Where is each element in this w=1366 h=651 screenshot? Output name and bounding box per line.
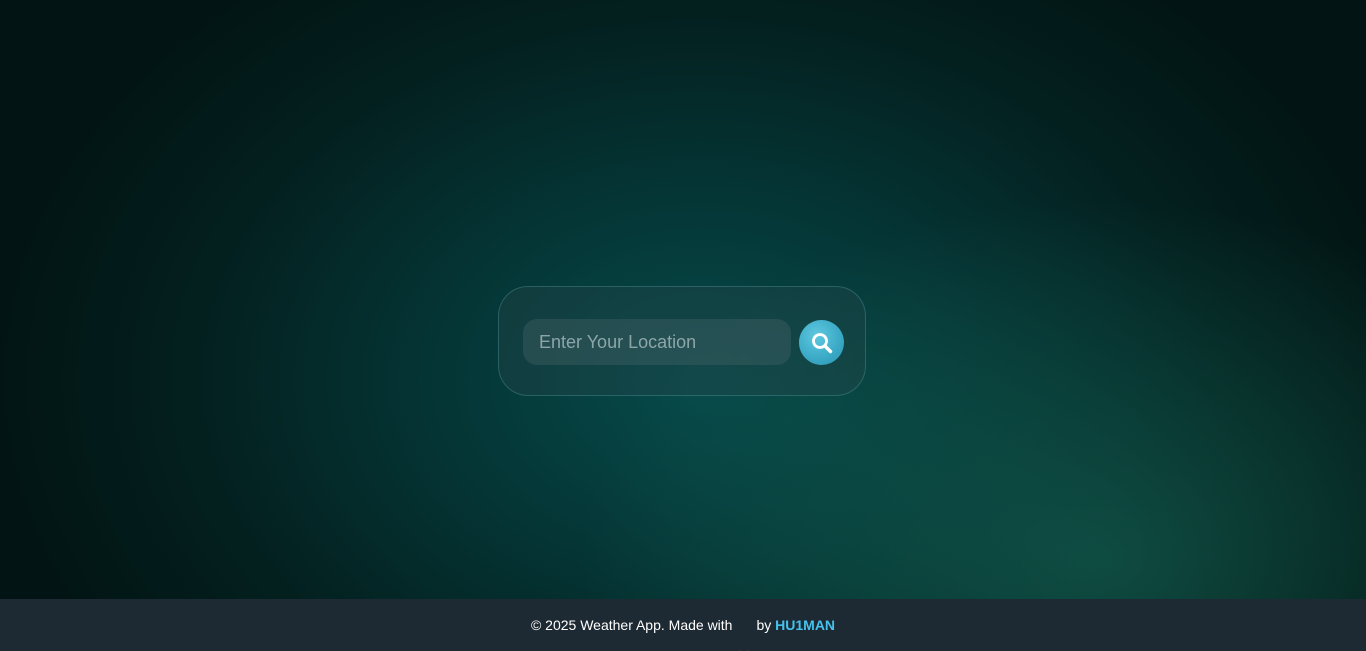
search-card bbox=[498, 286, 866, 396]
footer-by: by bbox=[756, 617, 772, 633]
heart-icon bbox=[736, 618, 752, 651]
author-link[interactable]: HU1MAN bbox=[775, 617, 835, 633]
weather-app-page: © 2025 Weather App. Made with by HU1MAN bbox=[0, 0, 1366, 651]
footer: © 2025 Weather App. Made with by HU1MAN bbox=[0, 599, 1366, 651]
search-button[interactable] bbox=[799, 320, 844, 365]
search-icon bbox=[810, 331, 834, 355]
location-search-input[interactable] bbox=[523, 319, 791, 365]
footer-copyright: © 2025 Weather App. Made with bbox=[530, 617, 733, 633]
